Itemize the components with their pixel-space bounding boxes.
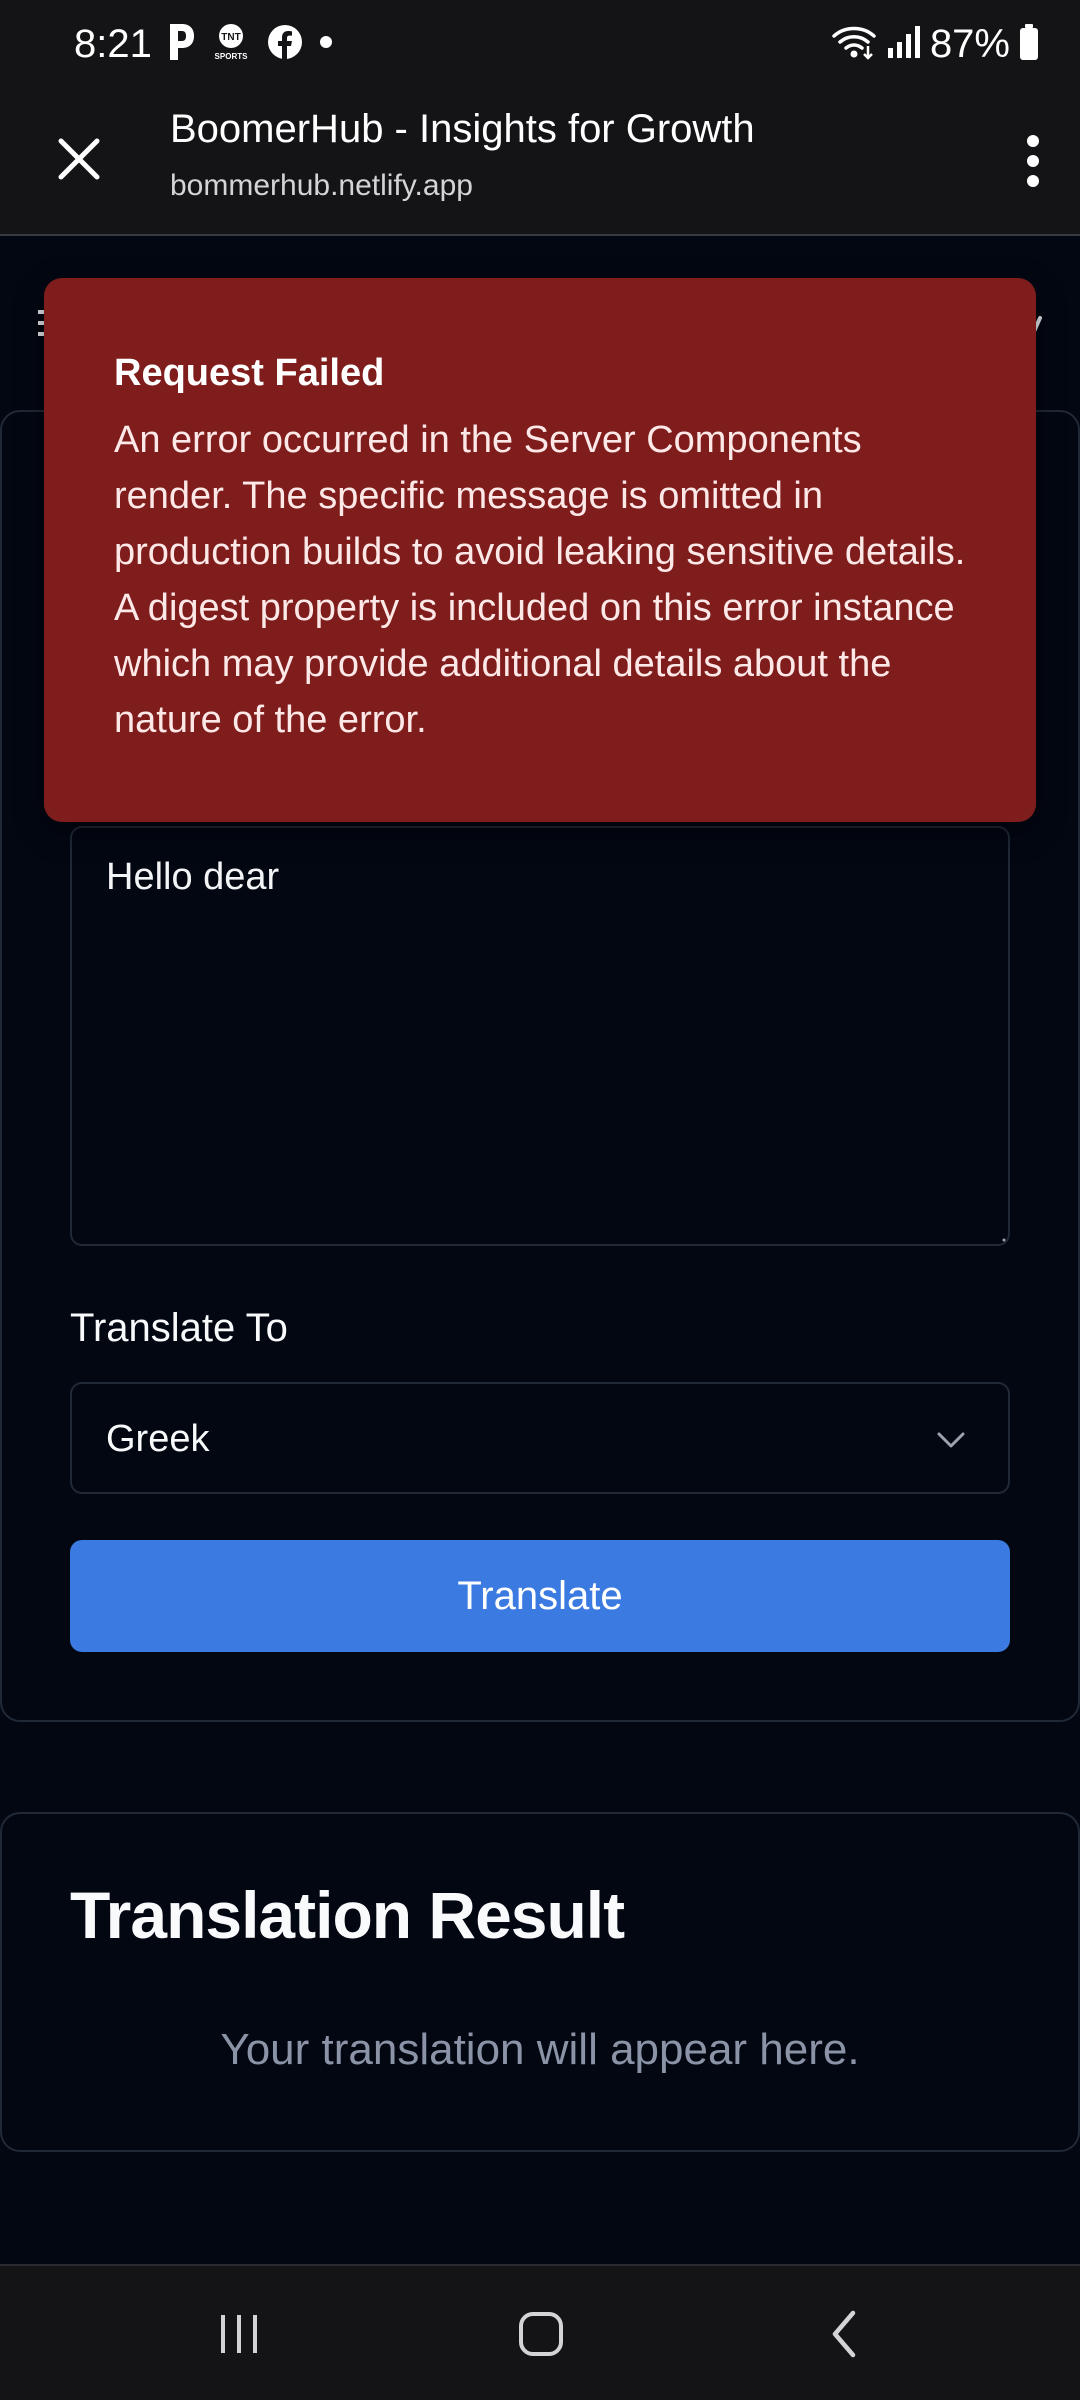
home-button[interactable] [496,2296,586,2372]
page-title: BoomerHub - Insights for Growth [170,107,755,151]
tnt-sports-icon: TNT SPORTS [210,21,252,68]
result-title: Translation Result [70,1878,625,1952]
chevron-down-icon [937,1432,965,1448]
status-bar: 8:21 TNT SPORTS 87% [0,0,1080,88]
battery-icon [1018,23,1040,66]
more-vert-icon [1027,135,1039,187]
recents-button[interactable] [194,2296,284,2372]
resize-grip-icon[interactable] [998,1234,1006,1242]
error-toast[interactable]: Request Failed An error occurred in the … [44,278,1036,822]
svg-text:SPORTS: SPORTS [215,52,249,61]
dot-icon [318,34,334,55]
svg-text:TNT: TNT [221,32,240,43]
navigation-bar [0,2264,1080,2400]
close-tab-button[interactable] [48,128,110,190]
source-text-value: Hello dear [106,856,280,898]
translation-result-card [0,1812,1080,2152]
translate-button[interactable]: Translate [70,1540,1010,1652]
system-status-icons: 87% [830,18,1040,70]
back-icon [832,2310,856,2358]
target-language-select[interactable]: Greek [70,1382,1010,1494]
browser-toolbar: BoomerHub - Insights for Growth bommerhu… [0,88,1080,236]
home-icon [519,2312,563,2356]
wifi-icon [830,22,878,67]
signal-icon [886,24,922,65]
toast-title: Request Failed [114,352,385,394]
result-placeholder: Your translation will appear here. [220,2025,860,2074]
target-language-label: Translate To [70,1306,288,1350]
selected-language: Greek [106,1418,210,1460]
status-time: 8:21 [74,22,152,66]
source-text-input[interactable]: Hello dear [70,826,1010,1246]
recents-icon [221,2315,257,2353]
battery-percent: 87% [929,22,1010,66]
back-button[interactable] [800,2296,890,2372]
p-icon [166,22,196,67]
overflow-menu-button[interactable] [1008,124,1058,198]
screen: 8:21 TNT SPORTS 87% BoomerHub - Insights… [0,0,1080,2400]
notification-icons: TNT SPORTS [166,22,334,66]
toast-message: An error occurred in the Server Componen… [114,419,966,741]
facebook-icon [266,23,304,66]
close-icon [58,138,100,180]
page-url[interactable]: bommerhub.netlify.app [170,166,473,206]
